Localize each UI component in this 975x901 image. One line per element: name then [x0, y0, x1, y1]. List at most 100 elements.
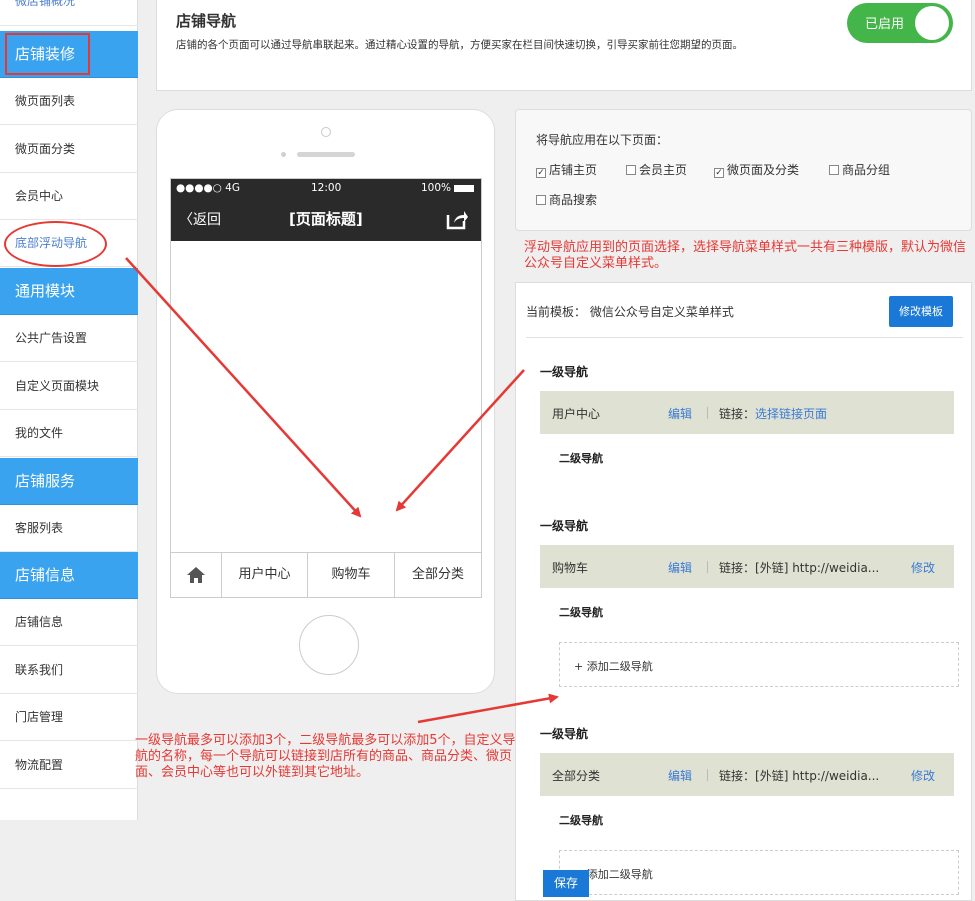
link-url: [外链] http://weidia...	[755, 769, 880, 783]
nav-item-name: 全部分类	[552, 769, 601, 783]
edit-link[interactable]: 编辑	[668, 405, 692, 422]
checkbox-shop-home[interactable]: ✓ 店铺主页	[536, 161, 597, 178]
current-template: 当前模板： 微信公众号自定义菜单样式	[526, 305, 734, 319]
annotation-template: 浮动导航应用到的页面选择，选择导航菜单样式一共有三种模版，默认为微信公众号自定义…	[524, 240, 967, 271]
divider	[707, 561, 708, 573]
battery-text: 100%	[421, 182, 452, 194]
level1-heading: 一级导航	[540, 365, 589, 379]
add-subnav-button[interactable]: + 添加二级导航	[559, 850, 959, 895]
checkbox-label: 店铺主页	[549, 163, 598, 177]
level2-heading: 二级导航	[559, 452, 603, 465]
sidebar-item-contact[interactable]: 联系我们	[0, 647, 138, 694]
sensor-dot	[281, 152, 286, 157]
home-icon[interactable]	[171, 553, 221, 597]
select-link-page[interactable]: 选择链接页面	[755, 407, 827, 421]
camera-icon	[321, 127, 331, 137]
sidebar-item-ad-settings[interactable]: 公共广告设置	[0, 315, 138, 362]
nav-editor-panel: 当前模板： 微信公众号自定义菜单样式 修改模板 一级导航 用户中心 编辑 链接：…	[515, 282, 972, 901]
apply-pages-panel: 将导航应用在以下页面： ✓ 店铺主页 会员主页 ✓ 微页面及分类 商品分组 商品搜索	[515, 109, 972, 231]
modify-link[interactable]: 修改	[911, 767, 935, 784]
checkbox-icon: ✓	[714, 168, 724, 178]
divider	[707, 407, 708, 419]
nav-item-cart[interactable]: 购物车 编辑 链接：[外链] http://weidia... 修改	[540, 545, 954, 588]
enable-toggle[interactable]: 已启用	[847, 3, 953, 43]
checkbox-icon	[536, 195, 546, 205]
checkbox-micropage[interactable]: ✓ 微页面及分类	[714, 161, 799, 178]
checkbox-product-search[interactable]: 商品搜索	[536, 191, 597, 208]
phone-nav-user-center[interactable]: 用户中心	[221, 553, 307, 597]
speaker-icon	[297, 152, 355, 157]
checkbox-icon	[829, 165, 839, 175]
sidebar-item-shop-overview[interactable]: 微店铺概况	[0, 0, 138, 26]
back-button[interactable]: 〈返回	[179, 209, 221, 229]
annotation-nav-limits: 一级导航最多可以添加3个，二级导航最多可以添加5个，自定义导航的名称，每一个导航…	[135, 733, 516, 780]
checkbox-label: 商品分组	[842, 163, 891, 177]
add-subnav-button[interactable]: + 添加二级导航	[559, 642, 959, 687]
link-prefix: 链接：	[719, 407, 756, 421]
divider	[526, 337, 963, 338]
add-subnav-label: + 添加二级导航	[574, 660, 653, 673]
phone-home-button	[299, 615, 359, 675]
modify-link[interactable]: 修改	[911, 559, 935, 576]
toggle-knob	[915, 6, 949, 40]
highlight-oval	[4, 221, 107, 267]
checkbox-label: 商品搜索	[549, 193, 598, 207]
nav-link-info: 链接：[外链] http://weidia...	[719, 767, 919, 784]
modify-template-button[interactable]: 修改模板	[889, 296, 953, 327]
sidebar-section-shop-service[interactable]: 店铺服务	[0, 458, 138, 505]
nav-item-name: 购物车	[552, 561, 589, 575]
phone-bottom-nav: 用户中心 购物车 全部分类	[171, 552, 481, 597]
nav-link-info: 链接：选择链接页面	[719, 405, 919, 422]
checkbox-product-group[interactable]: 商品分组	[829, 161, 890, 178]
highlight-box	[5, 33, 90, 75]
checkbox-label: 会员主页	[639, 163, 688, 177]
sidebar-item-my-files[interactable]: 我的文件	[0, 410, 138, 457]
save-button[interactable]: 保存	[543, 870, 589, 897]
sidebar-section-common-modules[interactable]: 通用模块	[0, 268, 138, 315]
link-prefix: 链接：	[719, 561, 756, 575]
nav-link-info: 链接：[外链] http://weidia...	[719, 559, 919, 576]
edit-link[interactable]: 编辑	[668, 767, 692, 784]
edit-link[interactable]: 编辑	[668, 559, 692, 576]
sidebar: 微店铺概况 店铺装修 微页面列表 微页面分类 会员中心 底部浮动导航 通用模块 …	[0, 0, 138, 820]
apply-pages-label: 将导航应用在以下页面：	[536, 133, 669, 147]
sidebar-item-logistics[interactable]: 物流配置	[0, 742, 138, 789]
sidebar-section-shop-info[interactable]: 店铺信息	[0, 552, 138, 599]
sidebar-item-member-center[interactable]: 会员中心	[0, 173, 138, 220]
page-description: 店铺的各个页面可以通过导航串联起来。通过精心设置的导航，方便买家在栏目间快速切换…	[176, 39, 743, 51]
nav-item-name: 用户中心	[552, 407, 601, 421]
sidebar-item-shop-info[interactable]: 店铺信息	[0, 599, 138, 646]
checkbox-member-home[interactable]: 会员主页	[626, 161, 687, 178]
phone-screen: ●●●●○ 4G 12:00 100% 〈返回 [页面标题] 用户中心 购物车 …	[170, 178, 482, 598]
phone-status-bar: ●●●●○ 4G 12:00 100% 〈返回 [页面标题]	[171, 179, 481, 241]
clock: 12:00	[311, 182, 342, 194]
signal-indicator: ●●●●○ 4G	[176, 182, 240, 194]
link-url: [外链] http://weidia...	[755, 561, 880, 575]
battery-icon	[454, 184, 475, 192]
toggle-label: 已启用	[865, 17, 905, 32]
level2-heading: 二级导航	[559, 814, 603, 827]
page-title: 店铺导航	[176, 12, 237, 30]
level2-heading: 二级导航	[559, 606, 603, 619]
share-icon[interactable]	[445, 208, 469, 230]
header-panel: 店铺导航 店铺的各个页面可以通过导航串联起来。通过精心设置的导航，方便买家在栏目…	[156, 0, 972, 91]
level1-heading: 一级导航	[540, 727, 589, 741]
checkbox-icon	[626, 165, 636, 175]
checkbox-label: 微页面及分类	[727, 163, 800, 177]
checkbox-icon: ✓	[536, 168, 546, 178]
sidebar-item-cs-list[interactable]: 客服列表	[0, 505, 138, 552]
phone-nav-all-categories[interactable]: 全部分类	[394, 553, 481, 597]
phone-page-title: [页面标题]	[289, 210, 363, 228]
nav-item-user-center[interactable]: 用户中心 编辑 链接：选择链接页面	[540, 391, 954, 434]
phone-preview: ●●●●○ 4G 12:00 100% 〈返回 [页面标题] 用户中心 购物车 …	[156, 109, 495, 694]
phone-nav-cart[interactable]: 购物车	[307, 553, 394, 597]
divider	[707, 769, 708, 781]
sidebar-item-custom-modules[interactable]: 自定义页面模块	[0, 363, 138, 410]
nav-item-all-categories[interactable]: 全部分类 编辑 链接：[外链] http://weidia... 修改	[540, 753, 954, 796]
link-prefix: 链接：	[719, 769, 756, 783]
sidebar-item-store-manage[interactable]: 门店管理	[0, 694, 138, 741]
level1-heading: 一级导航	[540, 519, 589, 533]
battery-indicator: 100%	[421, 182, 475, 194]
sidebar-item-micropage-category[interactable]: 微页面分类	[0, 126, 138, 173]
sidebar-item-micropage-list[interactable]: 微页面列表	[0, 78, 138, 125]
